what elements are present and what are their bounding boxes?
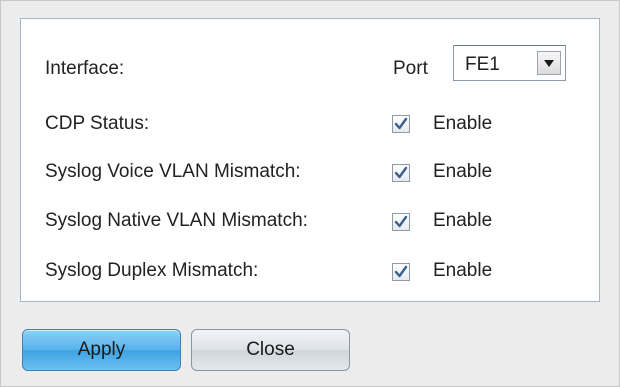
syslog-native-vlan-mismatch-checkbox[interactable] <box>392 213 410 231</box>
syslog-duplex-mismatch-enable-label: Enable <box>433 260 493 281</box>
settings-panel: Interface: Port FE1 CDP Status: Enable S… <box>20 18 600 302</box>
syslog-voice-vlan-mismatch-enable-label: Enable <box>433 161 493 182</box>
close-button[interactable]: Close <box>191 329 350 371</box>
syslog-voice-vlan-mismatch-checkbox[interactable] <box>392 164 410 182</box>
dropdown-arrow-icon[interactable] <box>537 51 561 75</box>
port-select-value: FE1 <box>465 54 500 75</box>
cdp-status-label: CDP Status: <box>45 113 150 134</box>
cdp-status-enable-label: Enable <box>433 113 493 134</box>
syslog-duplex-mismatch-label: Syslog Duplex Mismatch: <box>45 260 259 281</box>
port-select[interactable]: FE1 <box>453 45 566 81</box>
syslog-duplex-mismatch-checkbox[interactable] <box>392 263 410 281</box>
syslog-native-vlan-mismatch-enable-label: Enable <box>433 210 493 231</box>
apply-button[interactable]: Apply <box>22 329 181 371</box>
port-label: Port <box>393 58 428 79</box>
cdp-settings-dialog: Interface: Port FE1 CDP Status: Enable S… <box>0 0 620 387</box>
syslog-native-vlan-mismatch-label: Syslog Native VLAN Mismatch: <box>45 210 308 231</box>
interface-label: Interface: <box>45 58 125 79</box>
syslog-voice-vlan-mismatch-label: Syslog Voice VLAN Mismatch: <box>45 161 301 182</box>
cdp-status-checkbox[interactable] <box>392 115 410 133</box>
